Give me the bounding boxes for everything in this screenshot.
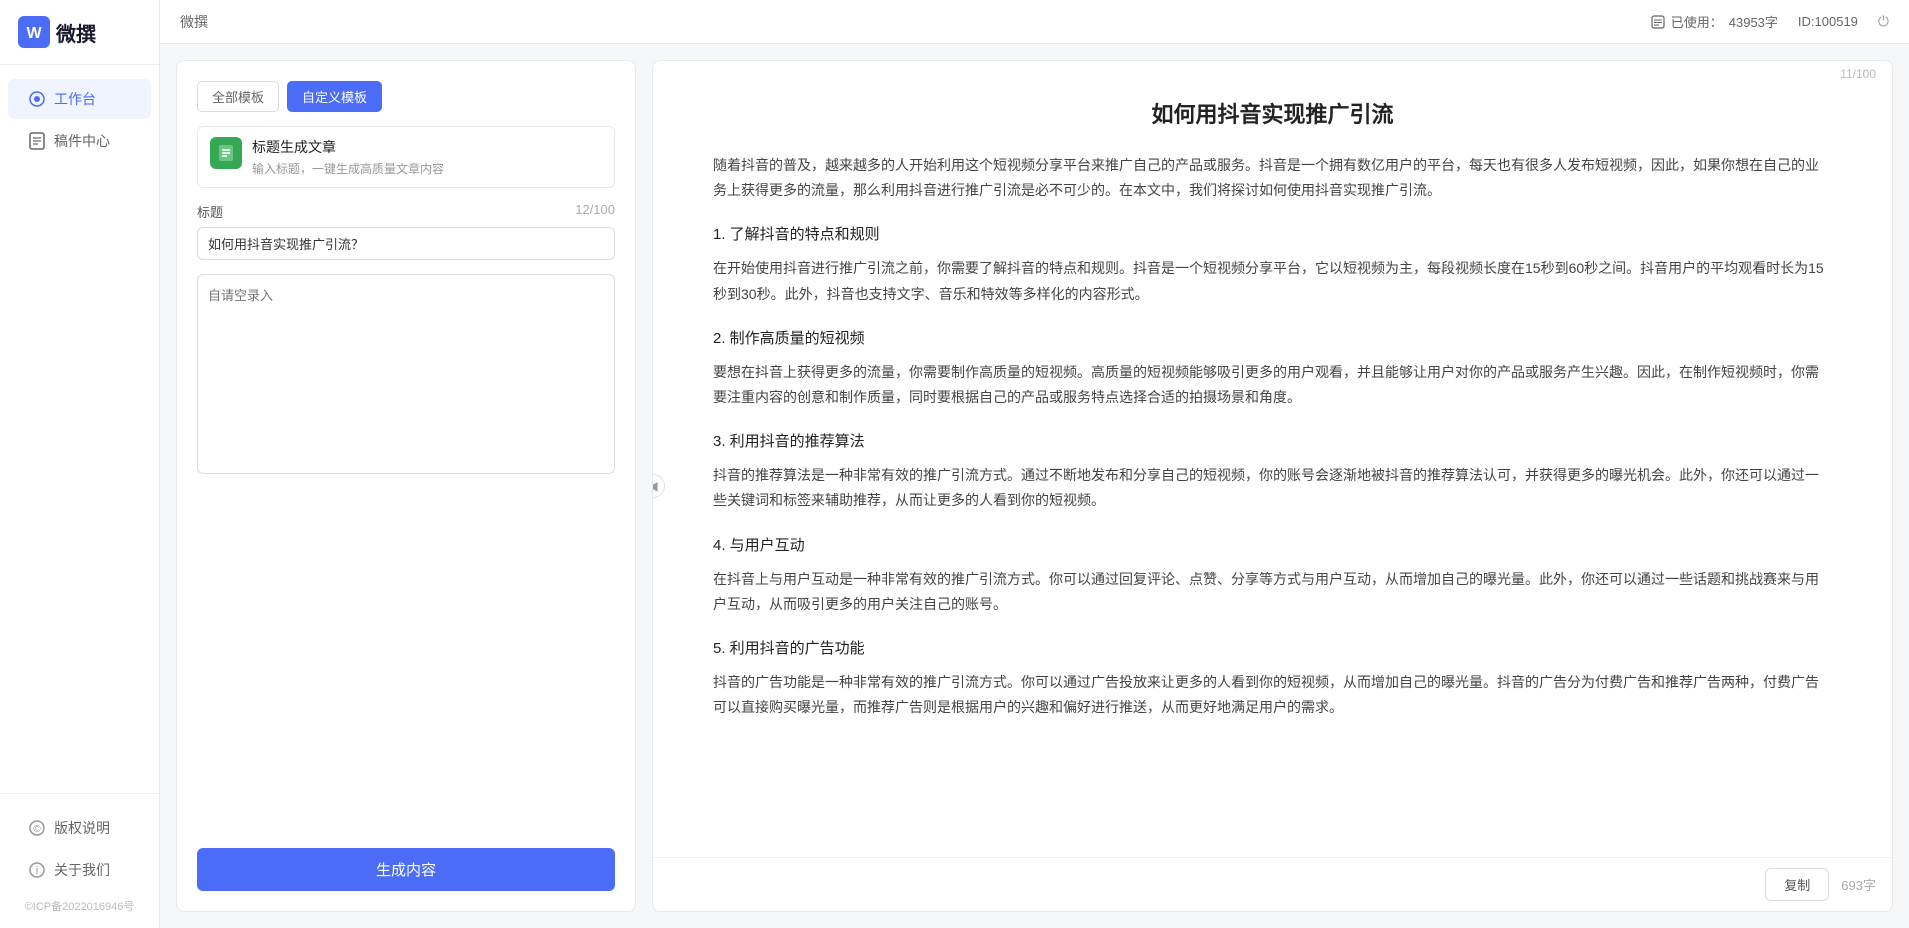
main-nav: 工作台 稿件中心 [0, 65, 159, 793]
template-card-icon [210, 137, 242, 169]
usage-value: 43953字 [1729, 12, 1778, 31]
page-counter: 11/100 [653, 61, 1892, 81]
template-card-title: 标题生成文章 [252, 137, 602, 157]
word-count: 693字 [1841, 875, 1876, 894]
title-form-section: 标题 12/100 [197, 202, 615, 260]
sidebar-bottom: © 版权说明 i 关于我们 ©ICP备2022016946号 [0, 793, 159, 928]
title-label: 标题 [197, 202, 223, 221]
sidebar-item-drafts[interactable]: 稿件中心 [8, 121, 151, 161]
page-count: 11/100 [1840, 67, 1876, 81]
sidebar-item-about-label: 关于我们 [54, 860, 110, 880]
title-label-row: 标题 12/100 [197, 202, 615, 221]
power-button[interactable]: ⏻ [1878, 13, 1889, 30]
right-panel: ◀ 11/100 如何用抖音实现推广引流 随着抖音的普及，越来越多的人开始利用这… [652, 60, 1893, 912]
title-char-count: 12/100 [575, 202, 615, 221]
sidebar: W 微撰 工作台 稿件中心 © 版权说明 [0, 0, 160, 928]
content-textarea[interactable] [197, 274, 615, 474]
icp-text: ©ICP备2022016946号 [0, 892, 159, 916]
copyright-icon: © [28, 819, 46, 837]
logo-icon: W [18, 16, 50, 48]
sidebar-item-copyright-label: 版权说明 [54, 818, 110, 838]
title-input[interactable] [197, 227, 615, 260]
sidebar-item-copyright[interactable]: © 版权说明 [8, 808, 151, 848]
left-panel: 全部模板 自定义模板 标题生成文章 输入标题，一键生成高质量文章内容 [176, 60, 636, 912]
svg-text:©: © [33, 824, 41, 835]
sidebar-item-about[interactable]: i 关于我们 [8, 850, 151, 890]
logo-text: 微撰 [56, 18, 96, 47]
topbar-title: 微撰 [180, 12, 208, 32]
topbar-right: 已使用： 43953字 ID:100519 ⏻ [1651, 12, 1889, 31]
sidebar-item-workspace[interactable]: 工作台 [8, 79, 151, 119]
template-card-headline[interactable]: 标题生成文章 输入标题，一键生成高质量文章内容 [197, 126, 615, 188]
generate-button[interactable]: 生成内容 [197, 848, 615, 891]
tab-all-templates[interactable]: 全部模板 [197, 81, 279, 112]
user-id: ID:100519 [1798, 14, 1858, 29]
usage-icon [1651, 15, 1665, 29]
sidebar-item-drafts-label: 稿件中心 [54, 131, 110, 151]
template-card-info: 标题生成文章 输入标题，一键生成高质量文章内容 [252, 137, 602, 177]
content-area: 全部模板 自定义模板 标题生成文章 输入标题，一键生成高质量文章内容 [160, 44, 1909, 928]
tab-custom-templates[interactable]: 自定义模板 [287, 81, 382, 112]
template-tabs: 全部模板 自定义模板 [197, 81, 615, 112]
workspace-icon [28, 90, 46, 108]
article-title: 如何用抖音实现推广引流 [713, 97, 1832, 129]
topbar: 微撰 已使用： 43953字 ID:100519 ⏻ [160, 0, 1909, 44]
right-panel-footer: 复制 693字 [653, 857, 1892, 911]
article-body: 随着抖音的普及，越来越多的人开始利用这个短视频分享平台来推广自己的产品或服务。抖… [713, 153, 1832, 720]
copy-button[interactable]: 复制 [1765, 868, 1829, 901]
article-content: 如何用抖音实现推广引流 随着抖音的普及，越来越多的人开始利用这个短视频分享平台来… [653, 81, 1892, 857]
about-icon: i [28, 861, 46, 879]
svg-text:W: W [26, 25, 42, 42]
template-card-desc: 输入标题，一键生成高质量文章内容 [252, 160, 602, 177]
document-icon [217, 144, 235, 162]
main-area: 微撰 已使用： 43953字 ID:100519 ⏻ 全部模板 自定义模 [160, 0, 1909, 928]
svg-text:i: i [36, 865, 38, 877]
logo-area: W 微撰 [0, 0, 159, 65]
sidebar-item-workspace-label: 工作台 [54, 89, 96, 109]
usage-label: 已使用： [1671, 12, 1723, 31]
usage-display: 已使用： 43953字 [1651, 12, 1778, 31]
drafts-icon [28, 132, 46, 150]
